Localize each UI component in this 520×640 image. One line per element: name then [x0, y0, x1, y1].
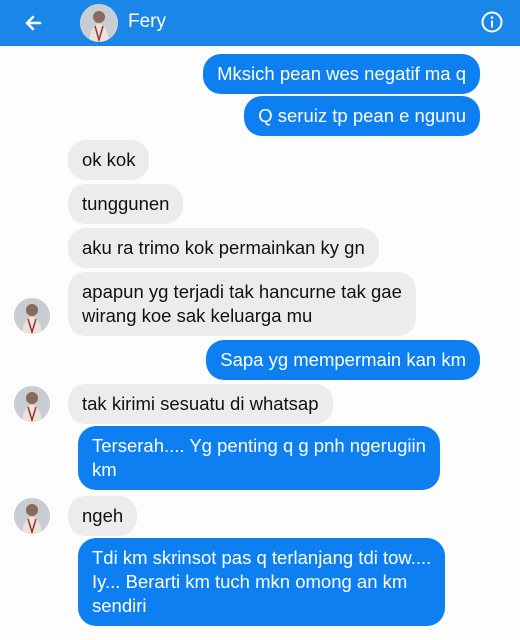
sender-avatar[interactable]: [14, 386, 50, 422]
message-text: ok kok: [82, 149, 136, 170]
back-button[interactable]: [18, 8, 48, 38]
message-bubble-incoming[interactable]: ngeh: [68, 496, 138, 536]
message-text: Mksich pean wes negatif ma q: [217, 63, 466, 84]
sender-avatar[interactable]: [14, 498, 50, 534]
message-bubble-outgoing[interactable]: Mksich pean wes negatif ma q: [203, 54, 480, 94]
message-bubble-incoming[interactable]: tak kirimi sesuatu di whatsap: [68, 384, 333, 424]
message-text: Q seruiz tp pean e ngunu: [258, 105, 466, 126]
message-text: tak kirimi sesuatu di whatsap: [82, 393, 319, 414]
info-button[interactable]: [480, 10, 504, 34]
message-bubble-outgoing[interactable]: Terserah.... Yg penting q g pnh ngerugii…: [78, 426, 440, 490]
message-text-line: wirang koe sak keluarga mu: [82, 305, 313, 326]
contact-avatar[interactable]: [80, 4, 118, 42]
message-text-line: Tdi km skrinsot pas q terlanjang tdi tow…: [92, 547, 432, 568]
message-text-line: km: [92, 459, 117, 480]
message-bubble-outgoing[interactable]: Sapa yg mempermain kan km: [206, 340, 480, 380]
message-bubble-outgoing[interactable]: Q seruiz tp pean e ngunu: [244, 96, 480, 136]
message-bubble-incoming[interactable]: tunggunen: [68, 184, 184, 224]
arrow-left-icon: [25, 15, 42, 31]
message-bubble-outgoing[interactable]: Tdi km skrinsot pas q terlanjang tdi tow…: [78, 538, 446, 626]
message-text: ngeh: [82, 505, 124, 526]
message-bubble-incoming[interactable]: aku ra trimo kok permainkan ky gn: [68, 228, 379, 268]
sender-avatar[interactable]: [14, 298, 50, 334]
message-text: Sapa yg mempermain kan km: [220, 349, 466, 370]
message-text-line: sendiri: [92, 595, 147, 616]
message-text-line: Iy... Berarti km tuch mkn omong an km: [92, 571, 408, 592]
message-text: aku ra trimo kok permainkan ky gn: [82, 237, 365, 258]
message-bubble-incoming[interactable]: apapun yg terjadi tak hancurne tak gae w…: [68, 272, 416, 336]
message-text: tunggunen: [82, 193, 170, 214]
info-circle-icon: [481, 11, 503, 33]
message-text-line: Terserah.... Yg penting q g pnh ngerugii…: [92, 435, 426, 456]
message-bubble-incoming[interactable]: ok kok: [68, 140, 150, 180]
message-text-line: apapun yg terjadi tak hancurne tak gae: [82, 281, 402, 302]
chat-header: Fery: [0, 0, 520, 46]
contact-name[interactable]: Fery: [128, 11, 166, 33]
